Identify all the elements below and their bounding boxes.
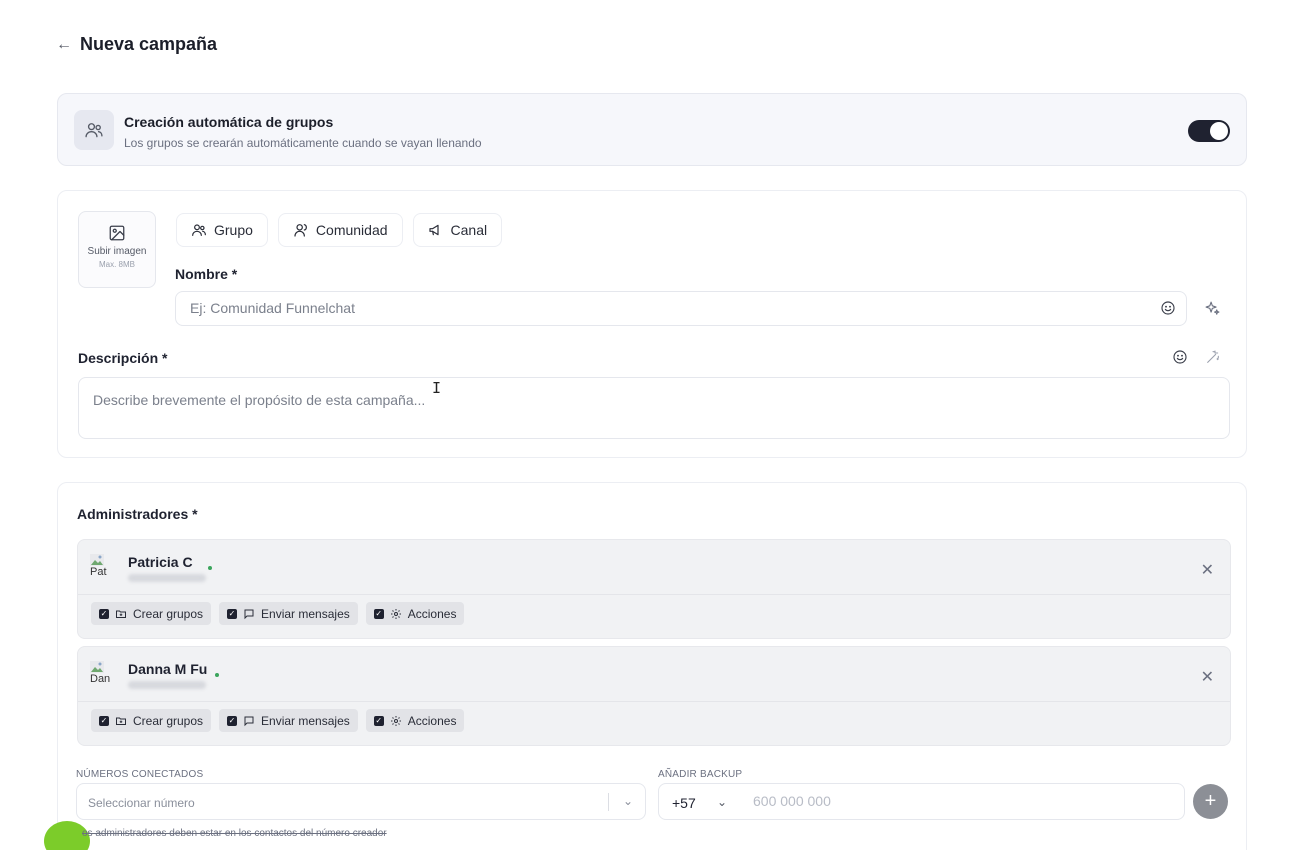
page-title: Nueva campaña	[80, 34, 218, 54]
checkbox-checked-icon: ✓	[227, 608, 238, 619]
administrators-label: Administradores *	[77, 506, 198, 522]
text-cursor-icon: I	[432, 379, 442, 397]
page-header: ← Nueva campaña	[56, 34, 217, 55]
backup-phone-input[interactable]	[753, 793, 1153, 809]
message-icon	[244, 716, 254, 726]
permission-enviar-mensajes[interactable]: ✓ Enviar mensajes	[219, 602, 358, 625]
add-backup-label: AÑADIR BACKUP	[658, 769, 743, 780]
message-icon	[244, 609, 254, 619]
permission-label: Acciones	[407, 713, 457, 728]
permission-label: Crear grupos	[133, 713, 204, 728]
admin-phone-blurred	[128, 574, 206, 582]
admin-name: Patricia C	[128, 554, 193, 570]
upload-label: Subir imagen	[87, 246, 147, 257]
auto-groups-subtitle: Los grupos se crearán automáticamente cu…	[124, 136, 482, 150]
select-placeholder: Seleccionar número	[88, 796, 195, 810]
magic-wand-icon[interactable]	[1205, 349, 1221, 365]
online-status-dot	[215, 673, 219, 677]
permission-label: Acciones	[407, 606, 457, 621]
close-icon[interactable]: ✕	[1201, 667, 1214, 687]
tab-label: Comunidad	[315, 222, 388, 238]
avatar-alt-text: Dan	[90, 673, 111, 685]
divider	[78, 594, 1230, 595]
permission-acciones[interactable]: ✓ Acciones	[365, 709, 465, 732]
megaphone-icon	[428, 224, 439, 236]
admin-name: Danna M Fu	[128, 661, 208, 677]
checkbox-checked-icon: ✓	[227, 715, 238, 726]
users-icon	[192, 224, 206, 236]
description-label: Descripción *	[78, 350, 168, 366]
admins-contact-note: os administradores deben estar en los co…	[82, 828, 387, 839]
campaign-type-tabs: Grupo Comunidad Canal	[176, 213, 503, 247]
connected-numbers-label: NÚMEROS CONECTADOS	[76, 769, 204, 780]
admin-item: Dan Danna M Fu ✕ ✓ Crear grupos ✓ Enviar…	[77, 646, 1231, 746]
description-field	[78, 377, 1230, 439]
permission-crear-grupos[interactable]: ✓ Crear grupos	[91, 709, 212, 732]
upload-max-size: Max. 8MB	[98, 260, 135, 269]
country-code-select[interactable]: +57	[672, 795, 696, 811]
folder-plus-icon	[116, 717, 126, 725]
tab-canal[interactable]: Canal	[412, 213, 503, 247]
permissions: ✓ Crear grupos ✓ Enviar mensajes ✓ Accio…	[91, 602, 465, 625]
divider	[608, 793, 609, 811]
image-icon	[109, 225, 125, 241]
avatar: Pat	[90, 554, 116, 584]
auto-groups-card: Creación automática de grupos Los grupos…	[57, 93, 1247, 166]
gear-icon	[390, 608, 401, 619]
name-label: Nombre *	[175, 266, 238, 282]
checkbox-checked-icon: ✓	[373, 608, 384, 619]
avatar: Dan	[90, 661, 116, 691]
folder-plus-icon	[116, 610, 126, 618]
tab-grupo[interactable]: Grupo	[176, 213, 268, 247]
admin-phone-blurred	[128, 681, 206, 689]
broken-image-icon	[90, 661, 104, 673]
name-input[interactable]	[190, 300, 1130, 316]
emoji-icon[interactable]	[1160, 300, 1176, 316]
online-status-dot	[208, 566, 212, 570]
avatar-alt-text: Pat	[90, 566, 107, 578]
permission-enviar-mensajes[interactable]: ✓ Enviar mensajes	[219, 709, 358, 732]
divider	[78, 701, 1230, 702]
emoji-icon[interactable]	[1172, 349, 1188, 365]
sparkles-icon[interactable]	[1203, 299, 1221, 317]
chevron-down-icon: ⌄	[622, 794, 633, 808]
gear-icon	[390, 715, 401, 726]
tab-label: Grupo	[214, 222, 253, 238]
auto-groups-toggle[interactable]	[1188, 120, 1230, 142]
permissions: ✓ Crear grupos ✓ Enviar mensajes ✓ Accio…	[91, 709, 465, 732]
community-icon	[294, 224, 307, 237]
backup-phone-field: +57 ⌄	[658, 783, 1185, 820]
connected-number-select[interactable]: Seleccionar número ⌄	[76, 783, 646, 820]
permission-acciones[interactable]: ✓ Acciones	[365, 602, 465, 625]
permission-label: Enviar mensajes	[261, 606, 350, 621]
permission-label: Enviar mensajes	[261, 713, 350, 728]
description-input[interactable]	[93, 392, 1213, 428]
permission-label: Crear grupos	[133, 606, 204, 621]
tab-label: Canal	[450, 222, 488, 238]
checkbox-checked-icon: ✓	[99, 715, 109, 726]
chevron-down-icon[interactable]: ⌄	[717, 795, 727, 809]
users-icon	[74, 110, 114, 150]
toggle-knob	[1210, 122, 1228, 140]
admin-item: Pat Patricia C ✕ ✓ Crear grupos ✓ Enviar…	[77, 539, 1231, 639]
permission-crear-grupos[interactable]: ✓ Crear grupos	[91, 602, 212, 625]
tab-comunidad[interactable]: Comunidad	[277, 213, 403, 247]
image-upload[interactable]: Subir imagen Max. 8MB	[78, 211, 156, 288]
add-backup-button[interactable]: +	[1193, 784, 1228, 819]
name-field	[175, 291, 1187, 326]
campaign-info-card: Subir imagen Max. 8MB Grupo Comunidad Ca…	[57, 190, 1247, 458]
close-icon[interactable]: ✕	[1201, 560, 1214, 580]
broken-image-icon	[90, 554, 104, 566]
auto-groups-title: Creación automática de grupos	[124, 114, 334, 130]
arrow-left-icon[interactable]: ←	[56, 36, 72, 54]
checkbox-checked-icon: ✓	[373, 715, 384, 726]
checkbox-checked-icon: ✓	[99, 608, 109, 619]
